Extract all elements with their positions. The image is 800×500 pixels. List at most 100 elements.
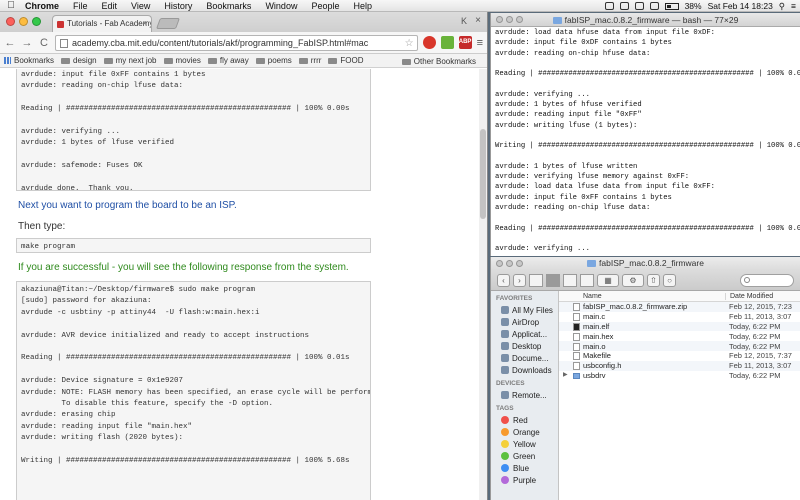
column-view-button[interactable] xyxy=(563,273,577,287)
close-window-button[interactable] xyxy=(6,17,15,26)
file-row[interactable]: main.elf Today, 6:22 PM xyxy=(559,321,800,332)
sidebar-item-applications[interactable]: Applicat... xyxy=(491,328,558,340)
extension-red-icon[interactable] xyxy=(422,36,436,49)
close-window-button[interactable] xyxy=(496,16,503,23)
bookmark-apps[interactable]: Bookmarks xyxy=(4,56,61,65)
file-row[interactable]: Makefile Feb 12, 2015, 7:37 xyxy=(559,351,800,361)
extension-green-icon[interactable] xyxy=(440,36,454,49)
file-name: main.o xyxy=(583,341,606,351)
file-row[interactable]: main.o Today, 6:22 PM xyxy=(559,341,800,351)
sidebar-item-desktop[interactable]: Desktop xyxy=(491,340,558,352)
action-gear-icon[interactable]: ⚙ xyxy=(622,273,644,287)
sidebar-item-all-my-files[interactable]: All My Files xyxy=(491,304,558,316)
sidebar-item-remote-disc[interactable]: Remote... xyxy=(491,389,558,401)
file-row[interactable]: usbconfig.h Feb 11, 2013, 3:07 xyxy=(559,360,800,371)
menu-file[interactable]: File xyxy=(66,0,95,12)
file-row[interactable]: fabISP_mac.0.8.2_firmware.zip Feb 12, 201… xyxy=(559,302,800,312)
page-content[interactable]: avrdude: input file 0xFF contains 1 byte… xyxy=(0,69,487,500)
bluetooth-icon[interactable] xyxy=(619,2,629,10)
back-icon[interactable]: ← xyxy=(4,37,16,49)
close-tab-icon[interactable]: × xyxy=(142,16,147,32)
bookmark-rrrr[interactable]: rrrr xyxy=(298,56,329,65)
volume-icon[interactable] xyxy=(649,2,659,10)
column-name[interactable]: Name xyxy=(559,293,725,300)
page-scrollbar[interactable] xyxy=(479,69,487,500)
dropbox-icon[interactable] xyxy=(604,2,614,10)
zoom-window-button[interactable] xyxy=(516,260,523,267)
bookmark-food[interactable]: FOOD xyxy=(328,56,370,65)
bookmark-my-next-job[interactable]: my next job xyxy=(103,56,164,65)
menu-help[interactable]: Help xyxy=(346,0,379,12)
sidebar-item-airdrop[interactable]: AirDrop xyxy=(491,316,558,328)
chrome-menu-icon[interactable]: ≡ xyxy=(477,37,483,49)
adblock-icon[interactable]: ABP xyxy=(458,36,472,49)
sidebar-tag-purple[interactable]: Purple xyxy=(491,474,558,486)
menu-view[interactable]: View xyxy=(124,0,157,12)
file-list: Name Date Modified fabISP_mac.0.8.2_firm… xyxy=(559,291,800,500)
terminal-output[interactable]: avrdude: load data hfuse data from input… xyxy=(491,27,800,256)
minimize-window-button[interactable] xyxy=(506,16,513,23)
column-date-modified[interactable]: Date Modified xyxy=(725,292,800,300)
menu-history[interactable]: History xyxy=(157,0,199,12)
sidebar-item-downloads[interactable]: Downloads xyxy=(491,364,558,376)
reload-icon[interactable]: C xyxy=(38,37,50,49)
airdrop-icon xyxy=(501,318,509,326)
bookmark-label: design xyxy=(73,56,97,65)
menu-edit[interactable]: Edit xyxy=(95,0,125,12)
forward-icon[interactable]: → xyxy=(21,37,33,49)
sidebar-tag-blue[interactable]: Blue xyxy=(491,462,558,474)
minimize-window-button[interactable] xyxy=(19,17,28,26)
sidebar-tag-green[interactable]: Green xyxy=(491,450,558,462)
bookmark-fly-away[interactable]: fly away xyxy=(207,56,256,65)
apple-menu-icon[interactable]:  xyxy=(4,0,18,11)
clock[interactable]: Sat Feb 14 18:23 xyxy=(708,1,773,11)
scrollbar-thumb[interactable] xyxy=(480,129,486,219)
bookmark-movies[interactable]: movies xyxy=(163,56,208,65)
share-icon[interactable]: ⇧ xyxy=(647,273,660,287)
cover-flow-button[interactable] xyxy=(580,273,594,287)
notification-center-icon[interactable]: ≡ xyxy=(791,1,796,11)
close-window-button[interactable] xyxy=(496,260,503,267)
disclosure-triangle-icon[interactable]: ▶ xyxy=(563,371,568,378)
tab-tutorials[interactable]: Tutorials - Fab Academy × xyxy=(52,15,152,32)
menu-bookmarks[interactable]: Bookmarks xyxy=(199,0,258,12)
bookmark-poems[interactable]: poems xyxy=(255,56,299,65)
menu-window[interactable]: Window xyxy=(258,0,304,12)
list-view-button[interactable] xyxy=(546,273,560,287)
menu-chrome[interactable]: Chrome xyxy=(18,0,66,12)
menu-people[interactable]: People xyxy=(304,0,346,12)
finder-search-input[interactable] xyxy=(740,273,794,287)
close-icon[interactable]: × xyxy=(475,15,481,26)
wifi-icon[interactable] xyxy=(634,2,644,10)
bookmark-label: my next job xyxy=(115,56,157,65)
battery-icon[interactable] xyxy=(664,2,679,10)
sidebar-tag-orange[interactable]: Orange xyxy=(491,426,558,438)
file-date: Feb 12, 2015, 7:23 xyxy=(729,302,792,312)
address-bar[interactable]: academy.cba.mit.edu/content/tutorials/ak… xyxy=(55,34,418,51)
bookmark-star-icon[interactable]: ☆ xyxy=(405,36,414,50)
zoom-window-button[interactable] xyxy=(516,16,523,23)
minimize-window-button[interactable] xyxy=(506,260,513,267)
spotlight-icon[interactable]: ⚲ xyxy=(779,1,785,12)
sidebar-tag-yellow[interactable]: Yellow xyxy=(491,438,558,450)
icon-view-button[interactable] xyxy=(529,273,543,287)
profile-button[interactable]: K xyxy=(461,16,467,26)
file-row[interactable]: main.hex Today, 6:22 PM xyxy=(559,331,800,341)
sidebar-label: Green xyxy=(513,451,536,461)
finder-forward-button[interactable]: › xyxy=(513,273,526,287)
file-row[interactable]: ▶ usbdrv Today, 6:22 PM xyxy=(559,371,800,381)
arrange-button[interactable]: ▦ xyxy=(597,273,619,287)
tag-list: Red Orange Yellow Green Blue Purple xyxy=(491,414,558,486)
file-row[interactable]: main.c Feb 11, 2013, 3:07 xyxy=(559,312,800,322)
sidebar-tag-red[interactable]: Red xyxy=(491,414,558,426)
sidebar-item-documents[interactable]: Docume... xyxy=(491,352,558,364)
tag-icon[interactable]: ○ xyxy=(663,273,676,287)
bookmark-design[interactable]: design xyxy=(61,56,104,65)
new-tab-button[interactable] xyxy=(155,18,181,29)
bookmark-other[interactable]: Other Bookmarks xyxy=(401,57,483,66)
zoom-window-button[interactable] xyxy=(32,17,41,26)
file-date: Today, 6:22 PM xyxy=(729,370,781,380)
devices-heading: DEVICES xyxy=(496,380,525,387)
finder-back-button[interactable]: ‹ xyxy=(497,273,510,287)
file-icon xyxy=(573,303,580,312)
